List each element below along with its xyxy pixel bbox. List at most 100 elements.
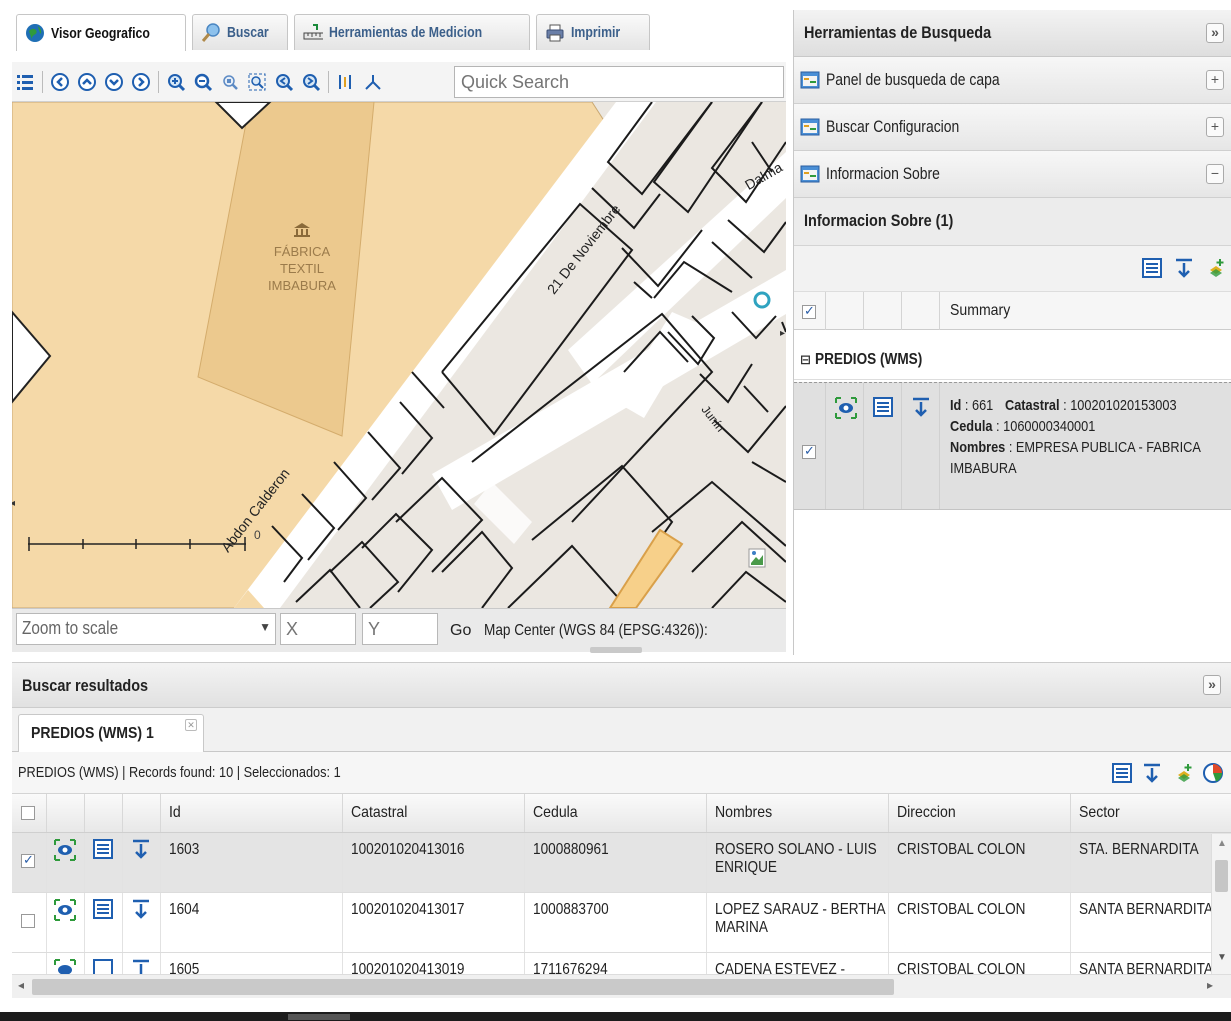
download-icon[interactable] xyxy=(1142,763,1162,787)
collapse-right-handle[interactable]: ▸ xyxy=(780,328,786,348)
view-record-icon[interactable] xyxy=(46,892,85,953)
cell-cedula: 1000880961 xyxy=(524,832,707,893)
column-header-id[interactable]: Id xyxy=(160,794,343,833)
chevron-down-icon[interactable]: ▼ xyxy=(259,620,271,634)
zoom-box-icon[interactable] xyxy=(219,71,241,93)
record-details-icon[interactable] xyxy=(84,892,123,953)
section-buscar-configuracion[interactable]: Buscar Configuracion + xyxy=(794,104,1231,151)
map-canvas[interactable]: FÁBRICA TEXTIL IMBABURA 21 De Noviembre … xyxy=(12,102,786,608)
search-icon xyxy=(201,22,221,43)
collapse-left-handle[interactable]: ◂ xyxy=(12,498,16,518)
results-tab-predios[interactable]: PREDIOS (WMS) 1 ✕ xyxy=(18,714,204,752)
toolbar-separator xyxy=(158,70,159,93)
scroll-down-icon[interactable]: ▼ xyxy=(1217,952,1227,963)
zoom-next-icon[interactable] xyxy=(300,71,322,93)
coordinates-icon[interactable] xyxy=(362,71,384,93)
record-checkbox[interactable] xyxy=(802,443,816,460)
info-toolbar xyxy=(794,246,1231,292)
table-row[interactable]: 1604 100201020413017 1000883700 LOPEZ SA… xyxy=(12,892,1231,953)
cell-sector: STA. BERNARDITA xyxy=(1070,832,1231,893)
download-icon[interactable] xyxy=(1174,258,1194,281)
grid-header-row: Id Catastral Cedula Nombres Direccion Se… xyxy=(12,794,1231,833)
info-grid-header: Summary xyxy=(794,292,1231,330)
pan-up-icon[interactable] xyxy=(76,71,98,93)
vscroll-thumb[interactable] xyxy=(1215,860,1228,892)
cell-sector: SANTA BERNARDITA xyxy=(1070,892,1231,953)
cell-direccion: CRISTOBAL COLON xyxy=(888,832,1071,893)
chart-icon[interactable] xyxy=(1202,762,1224,788)
row-checkbox[interactable] xyxy=(21,852,35,869)
expand-icon[interactable]: + xyxy=(1206,117,1224,137)
tab-imprimir[interactable]: Imprimir xyxy=(536,14,650,50)
layer-name: PREDIOS (WMS) xyxy=(18,764,119,781)
zoom-in-icon[interactable] xyxy=(165,71,187,93)
record-details-icon[interactable] xyxy=(864,383,902,509)
record-download-icon[interactable] xyxy=(902,383,940,509)
table-view-icon[interactable] xyxy=(1112,763,1132,787)
column-header-sector[interactable]: Sector xyxy=(1070,794,1231,833)
printer-icon xyxy=(545,23,565,43)
collapse-group-icon[interactable]: ⊟ xyxy=(800,352,811,367)
table-view-icon[interactable] xyxy=(1142,258,1162,281)
zoom-out-icon[interactable] xyxy=(192,71,214,93)
poi-fabrica[interactable]: FÁBRICA TEXTIL IMBABURA xyxy=(252,222,352,294)
layers-icon[interactable] xyxy=(14,71,36,93)
tab-buscar[interactable]: Buscar xyxy=(192,14,288,50)
globe-icon xyxy=(25,23,45,43)
scroll-right-icon[interactable]: ▸ xyxy=(1207,978,1213,992)
zoom-to-scale-select[interactable]: Zoom to scale ▼ xyxy=(16,613,276,645)
zoom-extent-icon[interactable] xyxy=(246,71,268,93)
y-coordinate-input[interactable] xyxy=(362,613,438,645)
cell-id: 1603 xyxy=(160,832,343,893)
scrollbar-thumb[interactable] xyxy=(32,979,894,995)
table-row[interactable]: 1603 100201020413016 1000880961 ROSERO S… xyxy=(12,832,1231,893)
pan-right-icon[interactable] xyxy=(130,71,152,93)
cell-catastral: 100201020413017 xyxy=(342,892,525,953)
column-header-nombres[interactable]: Nombres xyxy=(706,794,889,833)
panel-title: Herramientas de Busqueda xyxy=(804,23,992,42)
expand-icon[interactable]: + xyxy=(1206,70,1224,90)
records-found: Records found: 10 xyxy=(128,764,234,781)
add-layer-icon[interactable] xyxy=(1174,763,1194,787)
select-all-checkbox[interactable] xyxy=(21,805,35,820)
info-record-row[interactable]: Id : 661 Catastral : 100201020153003 Ced… xyxy=(794,382,1231,510)
close-tab-icon[interactable]: ✕ xyxy=(185,719,197,731)
add-layer-icon[interactable] xyxy=(1206,258,1226,281)
collapse-icon[interactable]: − xyxy=(1206,164,1224,184)
quick-search-input[interactable] xyxy=(454,66,784,98)
column-header-cedula[interactable]: Cedula xyxy=(524,794,707,833)
record-download-icon[interactable] xyxy=(122,892,161,953)
results-tab-bar: PREDIOS (WMS) 1 ✕ xyxy=(12,708,1231,752)
column-header-direccion[interactable]: Direccion xyxy=(888,794,1071,833)
measure-icon[interactable] xyxy=(335,71,357,93)
row-checkbox[interactable] xyxy=(21,914,35,929)
vertical-scrollbar[interactable]: ▲ ▼ xyxy=(1211,834,1231,974)
section-informacion-sobre[interactable]: Informacion Sobre − xyxy=(794,151,1231,198)
view-record-icon[interactable] xyxy=(46,832,85,893)
column-header-catastral[interactable]: Catastral xyxy=(342,794,525,833)
tab-herramientas-medicion[interactable]: Herramientas de Medicion xyxy=(294,14,530,50)
cell-catastral: 100201020413016 xyxy=(342,832,525,893)
zoom-previous-icon[interactable] xyxy=(273,71,295,93)
section-panel-busqueda-capa[interactable]: Panel de busqueda de capa + xyxy=(794,57,1231,104)
horizontal-scrollbar[interactable]: ◂ ▸ xyxy=(12,974,1231,998)
map-center-label: Map Center (WGS 84 (EPSG:4326)): xyxy=(484,622,708,639)
collapse-results-icon[interactable]: » xyxy=(1203,675,1221,695)
select-all-checkbox[interactable] xyxy=(802,303,816,320)
scroll-up-icon[interactable]: ▲ xyxy=(1217,838,1227,849)
go-button[interactable]: Go xyxy=(450,622,471,640)
record-download-icon[interactable] xyxy=(122,832,161,893)
x-coordinate-input[interactable] xyxy=(280,613,356,645)
group-row-predios[interactable]: ⊟ PREDIOS (WMS) xyxy=(794,340,1231,380)
tab-visor-geografico[interactable]: Visor Geografico xyxy=(16,14,186,51)
pan-left-icon[interactable] xyxy=(49,71,71,93)
bottom-collapse-handle[interactable] xyxy=(590,647,642,653)
view-record-icon[interactable] xyxy=(826,383,864,509)
collapse-panel-icon[interactable]: » xyxy=(1206,23,1224,43)
location-marker-icon[interactable] xyxy=(752,290,772,310)
search-tools-panel: Herramientas de Busqueda » Panel de busq… xyxy=(793,10,1231,655)
cell-id: 1604 xyxy=(160,892,343,953)
pan-down-icon[interactable] xyxy=(103,71,125,93)
scroll-left-icon[interactable]: ◂ xyxy=(18,978,24,992)
record-details-icon[interactable] xyxy=(84,832,123,893)
